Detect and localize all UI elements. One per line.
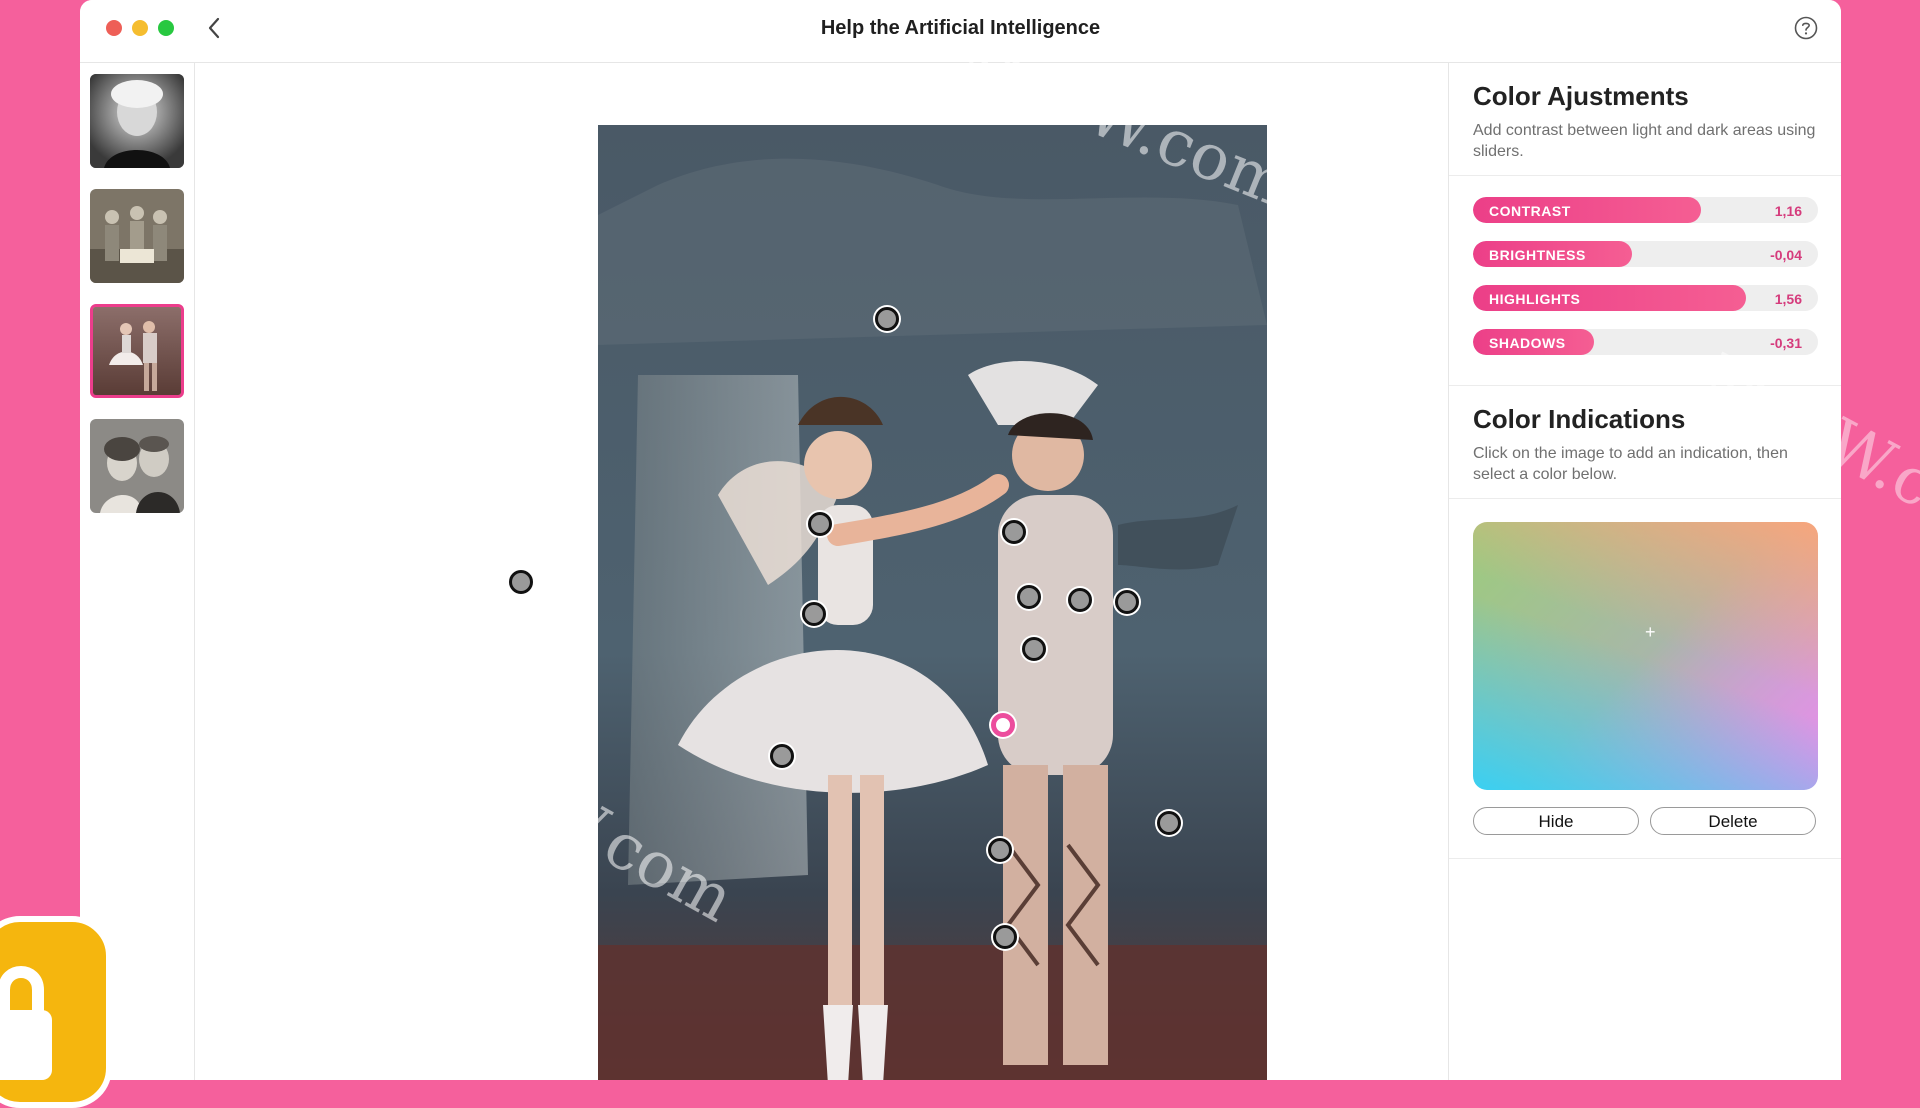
group-photo-image [90, 189, 184, 283]
lock-badge [0, 916, 112, 1108]
color-indication-marker[interactable] [1115, 590, 1139, 614]
color-adjustments-title: Color Ajustments [1473, 81, 1689, 111]
slider-label: HIGHLIGHTS [1489, 291, 1581, 307]
section-divider [1449, 175, 1841, 176]
two-dancers-image [93, 307, 181, 395]
section-divider [1449, 498, 1841, 499]
highlights-slider[interactable]: HIGHLIGHTS 1,56 [1473, 285, 1818, 311]
color-indication-marker[interactable] [1017, 585, 1041, 609]
thumbnail-portrait-woman[interactable] [90, 74, 184, 168]
slider-label: CONTRAST [1489, 203, 1571, 219]
color-indication-marker[interactable] [1002, 520, 1026, 544]
color-indications-description: Click on the image to add an indication,… [1473, 445, 1788, 483]
color-indication-marker[interactable] [770, 744, 794, 768]
app-window: Help the Artificial Intelligence MacW.co… [80, 0, 1841, 1080]
color-adjustments-description: Add contrast between light and dark area… [1473, 122, 1816, 160]
color-indication-marker[interactable] [802, 602, 826, 626]
question-circle-icon [1794, 16, 1818, 40]
slider-value: 1,16 [1774, 203, 1802, 219]
thumbnail-couple[interactable] [90, 419, 184, 513]
slider-value: -0,31 [1770, 335, 1802, 351]
crosshair-icon: + [1645, 622, 1656, 642]
color-indication-marker[interactable] [1068, 588, 1092, 612]
portrait-woman-image [90, 74, 184, 168]
slider-label: BRIGHTNESS [1489, 247, 1586, 263]
two-dancers-photo [598, 125, 1267, 1080]
brightness-slider[interactable]: BRIGHTNESS -0,04 [1473, 241, 1818, 267]
couple-image [90, 419, 184, 513]
color-indication-marker[interactable] [1022, 637, 1046, 661]
hide-button[interactable]: Hide [1473, 807, 1639, 835]
adjustments-panel: Color Ajustments Add contrast between li… [1448, 63, 1841, 1080]
color-indication-marker[interactable] [808, 512, 832, 536]
color-picker[interactable]: + [1473, 522, 1818, 790]
active-color-indication-marker[interactable] [991, 713, 1015, 737]
colorized-photo[interactable] [598, 125, 1267, 1080]
color-indication-marker[interactable] [509, 570, 533, 594]
color-indications-title: Color Indications [1473, 404, 1686, 434]
title-bar: Help the Artificial Intelligence [80, 0, 1841, 63]
help-button[interactable] [1793, 15, 1819, 41]
delete-button[interactable]: Delete [1650, 807, 1816, 835]
slider-value: 1,56 [1774, 291, 1802, 307]
shadows-slider[interactable]: SHADOWS -0,31 [1473, 329, 1818, 355]
color-indication-marker[interactable] [1157, 811, 1181, 835]
thumbnail-two-dancers[interactable] [90, 304, 184, 398]
slider-value: -0,04 [1770, 247, 1802, 263]
section-divider [1449, 858, 1841, 859]
color-indication-marker[interactable] [988, 838, 1012, 862]
image-canvas[interactable]: MacW.com MacW.com [195, 23, 1551, 1080]
color-indication-marker[interactable] [875, 307, 899, 331]
thumbnail-group-photo[interactable] [90, 189, 184, 283]
contrast-slider[interactable]: CONTRAST 1,16 [1473, 197, 1818, 223]
slider-label: SHADOWS [1489, 335, 1566, 351]
window-title: Help the Artificial Intelligence [820, 17, 1101, 39]
section-divider [1449, 385, 1841, 386]
lock-icon [0, 966, 52, 1080]
color-indication-marker[interactable] [993, 925, 1017, 949]
